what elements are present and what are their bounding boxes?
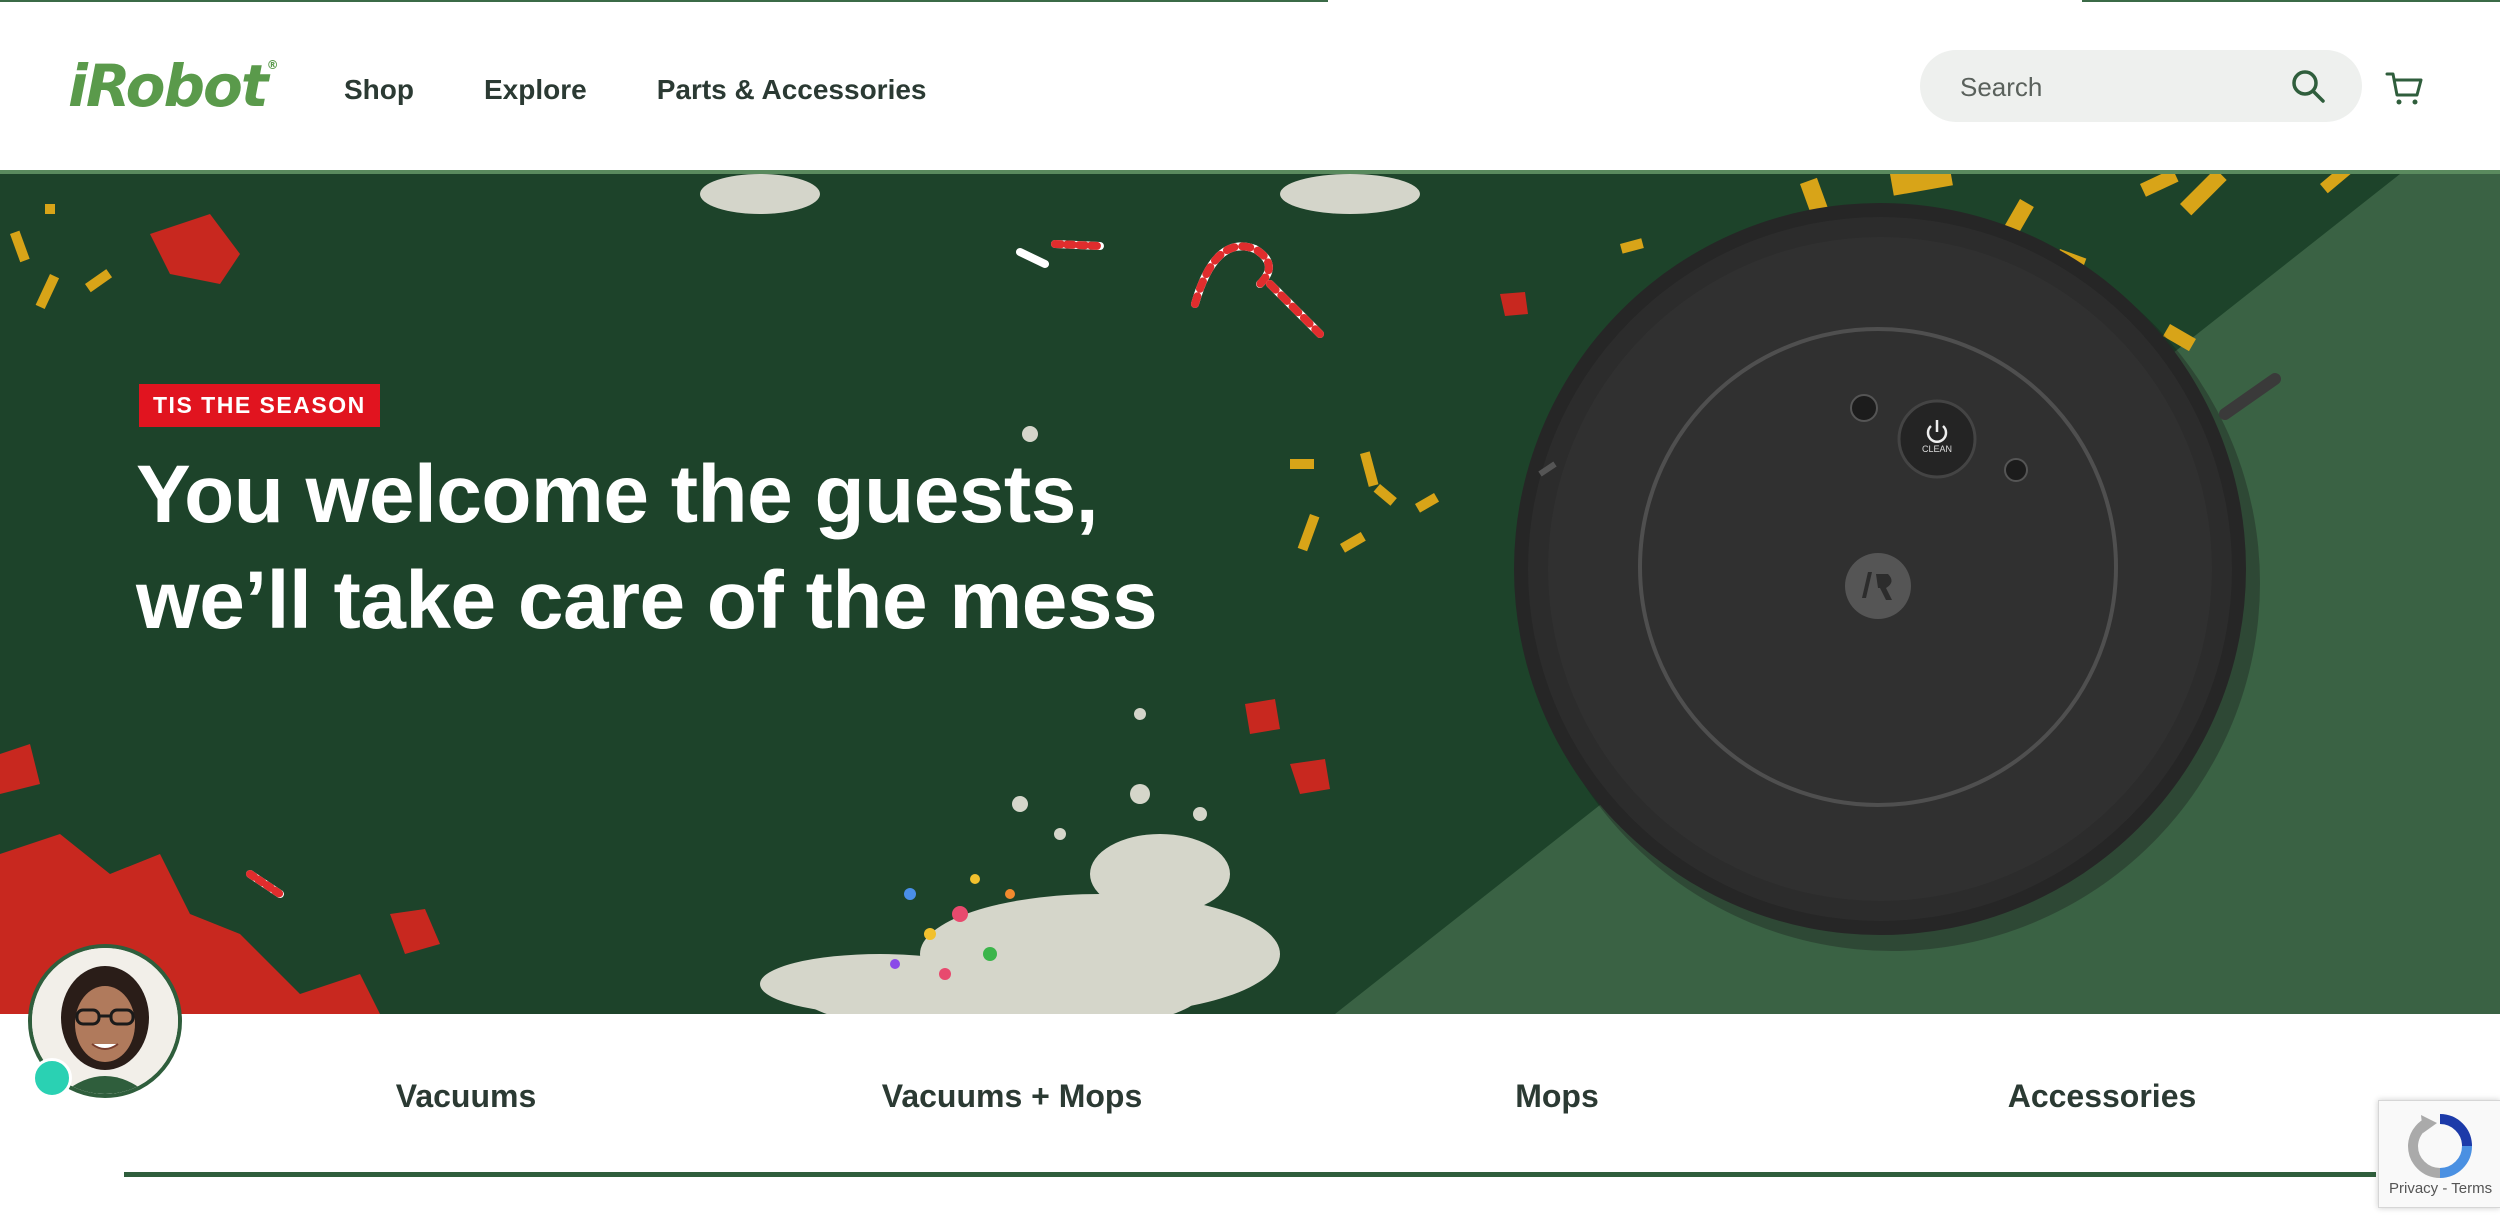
hero-headline: You welcome the guests, we’ll take care …	[136, 449, 1158, 646]
recaptcha-widget[interactable]: Privacy - Terms	[2378, 1100, 2500, 1208]
category-bar: Vacuums Vacuums + Mops Mops Accessories	[0, 1014, 2500, 1220]
recaptcha-links[interactable]: Privacy - Terms	[2389, 1180, 2492, 1197]
robot-clean-label: CLEAN	[1922, 444, 1952, 454]
category-vacuums-mops[interactable]: Vacuums + Mops	[882, 1078, 1143, 1115]
recaptcha-icon	[2407, 1114, 2472, 1178]
nav-shop[interactable]: Shop	[344, 74, 414, 106]
season-badge: TIS THE SEASON	[139, 384, 380, 427]
search-box	[1920, 50, 2362, 124]
online-status-dot	[32, 1058, 72, 1098]
nav-explore[interactable]: Explore	[484, 74, 587, 106]
search-icon[interactable]	[2290, 68, 2326, 104]
cart-icon[interactable]	[2384, 68, 2424, 108]
nav-parts-accessories[interactable]: Parts & Accessories	[657, 74, 927, 106]
main-nav: Shop Explore Parts & Accessories	[344, 74, 997, 106]
category-accessories[interactable]: Accessories	[2008, 1078, 2197, 1115]
category-underline	[124, 1172, 2376, 1177]
site-header: iRobot® Shop Explore Parts & Accessories	[0, 2, 2500, 174]
irobot-logo[interactable]: iRobot®	[68, 52, 279, 120]
category-vacuums[interactable]: Vacuums	[396, 1078, 537, 1115]
category-mops[interactable]: Mops	[1515, 1078, 1599, 1115]
hero-banner[interactable]: CLEAN TIS THE SEASON You welcome the gue…	[0, 174, 2500, 1014]
search-input[interactable]	[1958, 50, 2282, 124]
